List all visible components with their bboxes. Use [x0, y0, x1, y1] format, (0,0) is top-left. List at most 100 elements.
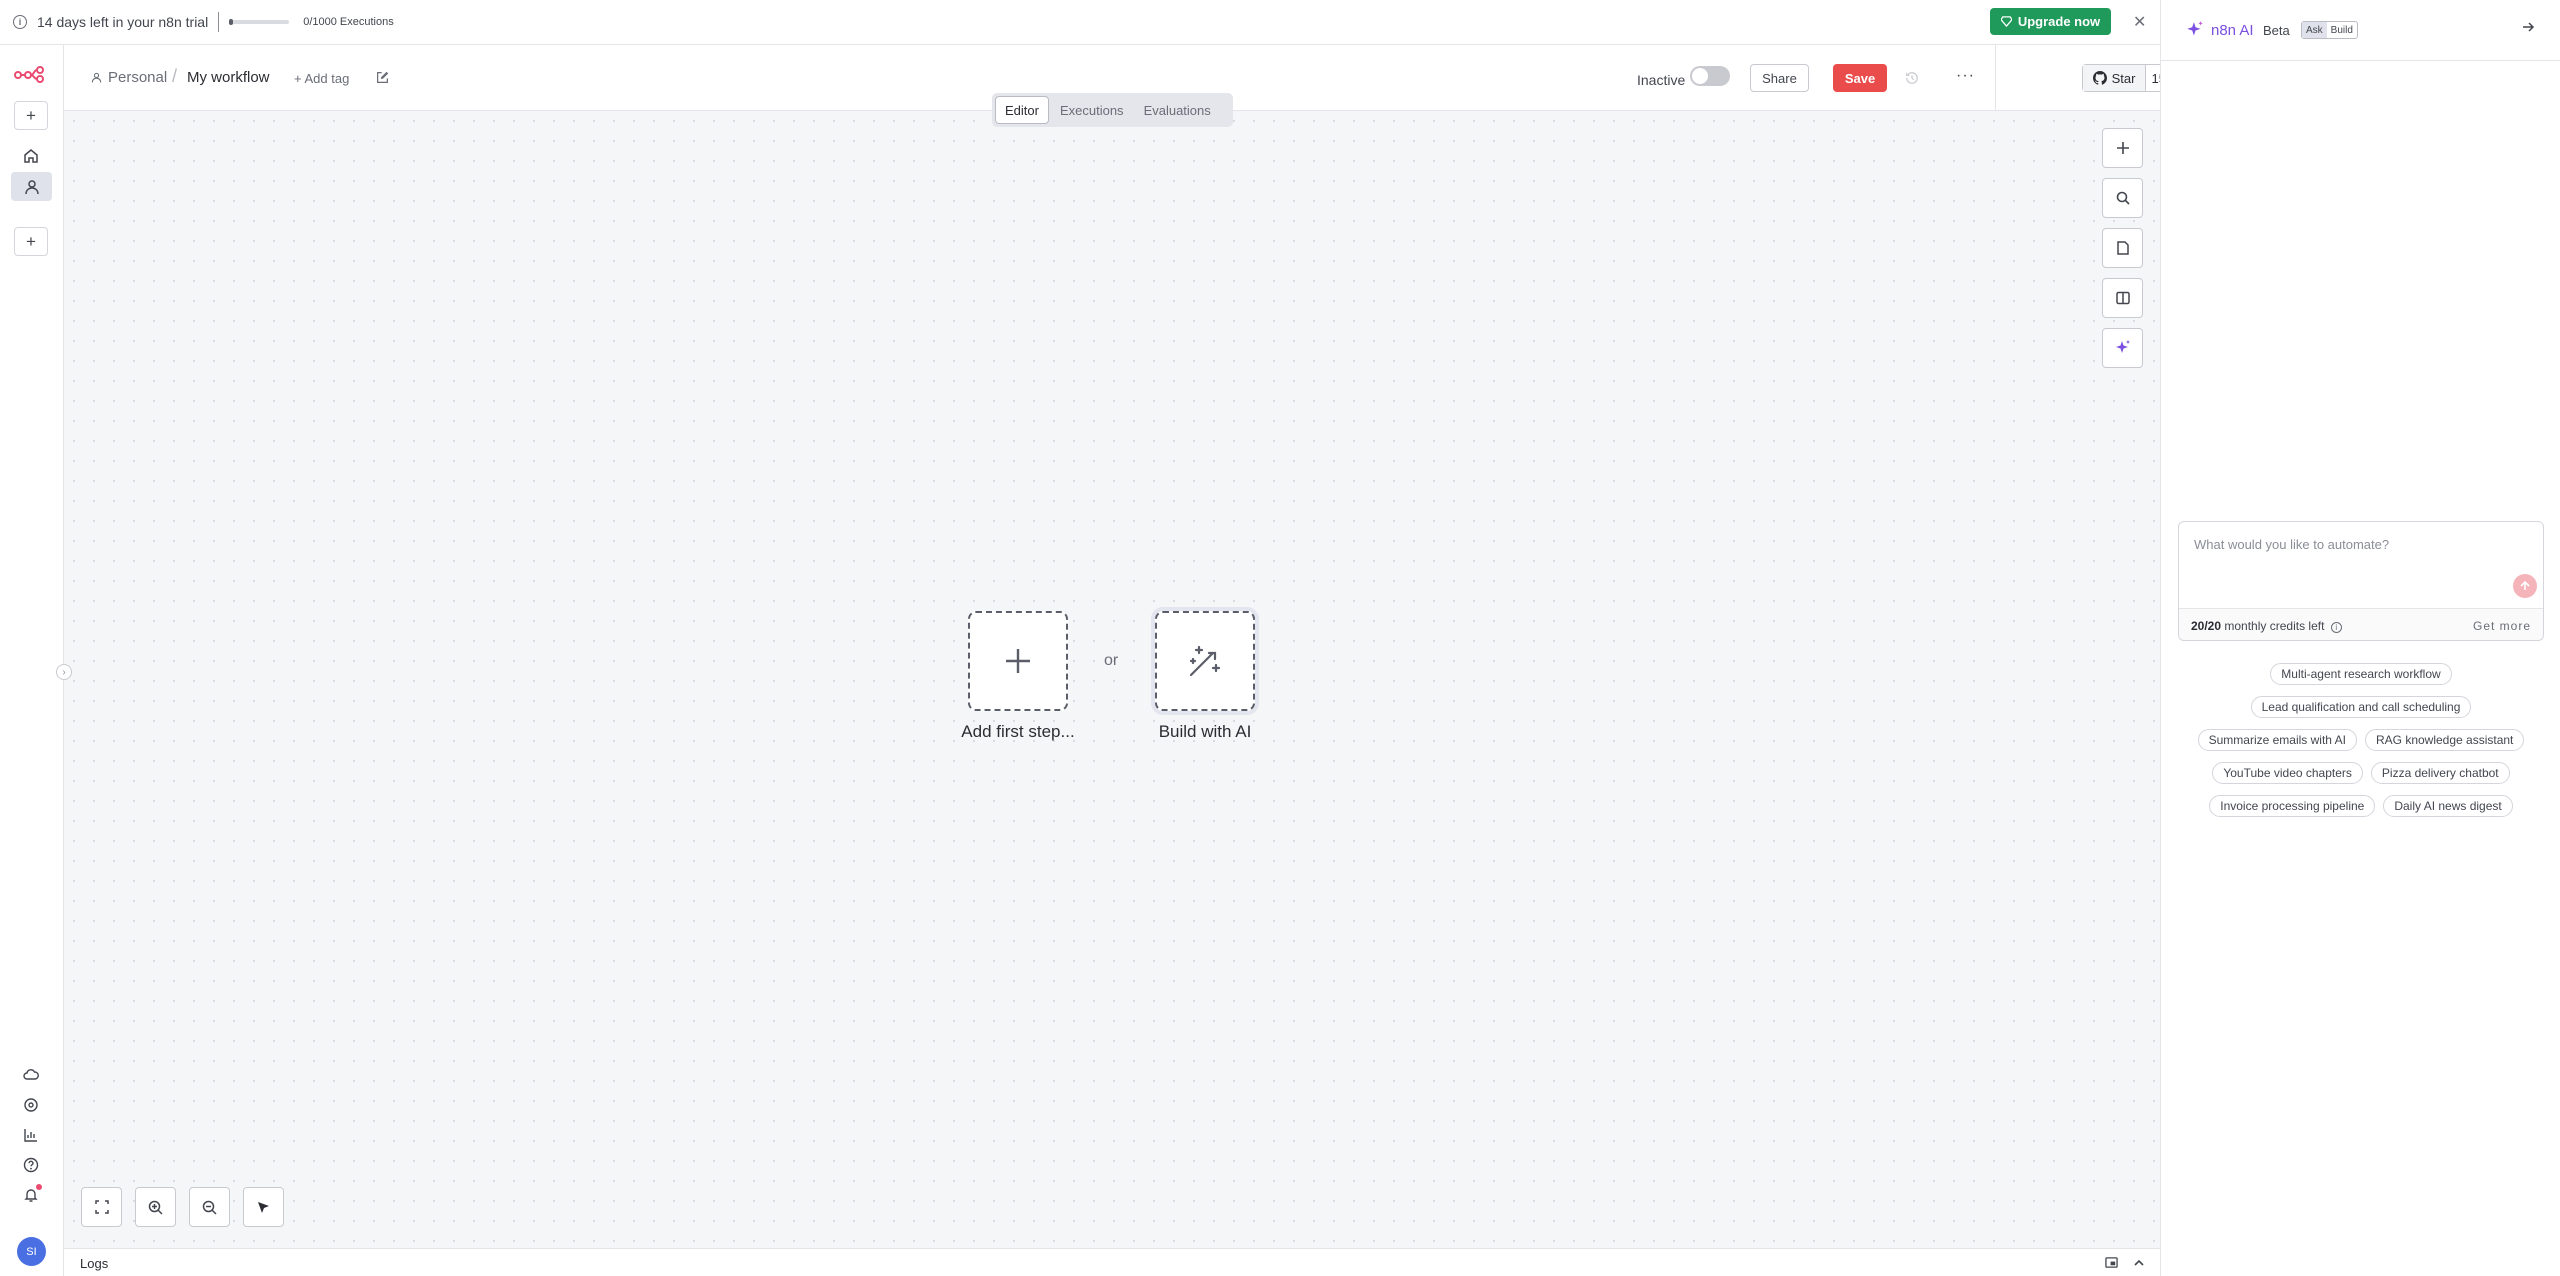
credits-bar: 20/20 monthly credits left i Get more — [2179, 608, 2543, 640]
n8n-logo[interactable] — [14, 65, 48, 88]
zoom-in-icon — [148, 1200, 163, 1215]
trial-banner: i 14 days left in your n8n trial 0/1000 … — [0, 0, 2160, 45]
executions-count: 0/1000 Executions — [303, 16, 394, 28]
suggestion-chip[interactable]: YouTube video chapters — [2212, 762, 2363, 784]
cloud-icon[interactable] — [19, 1063, 43, 1087]
zoom-out-button[interactable] — [189, 1187, 230, 1227]
zoom-out-icon — [202, 1200, 217, 1215]
add-project-button[interactable]: + — [14, 227, 48, 256]
suggestion-chip[interactable]: Multi-agent research workflow — [2270, 663, 2452, 685]
suggestion-chip[interactable]: Daily AI news digest — [2383, 795, 2513, 817]
credits-count: 20/20 — [2191, 619, 2222, 633]
beta-badge: Beta — [2263, 23, 2290, 38]
logs-label: Logs — [80, 1256, 109, 1271]
info-icon[interactable]: i — [2330, 622, 2342, 633]
notification-dot — [36, 1184, 42, 1190]
tab-evaluations[interactable]: Evaluations — [1135, 96, 1220, 124]
left-sidebar: + + SI — [0, 45, 64, 1276]
github-star-label: Star — [2111, 70, 2136, 86]
zoom-in-button[interactable] — [135, 1187, 176, 1227]
mode-switch: Ask Build — [2301, 21, 2358, 39]
save-button[interactable]: Save — [1833, 64, 1887, 92]
search-icon — [2116, 191, 2130, 205]
cursor-mode-button[interactable] — [243, 1187, 284, 1227]
search-nodes-button[interactable] — [2102, 178, 2143, 218]
ai-panel-header: n8n AI Beta Ask Build — [2161, 0, 2560, 61]
tab-executions[interactable]: Executions — [1051, 96, 1133, 124]
build-with-ai-button[interactable] — [1155, 611, 1255, 711]
home-icon[interactable] — [19, 144, 43, 168]
get-more-link[interactable]: Get more — [2473, 619, 2531, 633]
panel-icon — [2115, 291, 2130, 305]
magic-wand-icon — [1189, 645, 1221, 677]
header-divider — [1995, 45, 1996, 111]
suggestion-chip[interactable]: RAG knowledge assistant — [2364, 729, 2525, 751]
suggestion-chip[interactable]: Summarize emails with AI — [2197, 729, 2357, 751]
avatar[interactable]: SI — [17, 1237, 46, 1266]
user-icon — [91, 72, 102, 83]
workflow-name[interactable]: My workflow — [187, 69, 270, 86]
ai-assistant-button[interactable] — [2102, 328, 2143, 368]
cursor-icon — [258, 1201, 269, 1213]
edit-description-icon[interactable] — [376, 71, 389, 89]
expand-sidebar-icon[interactable]: › — [56, 664, 72, 680]
sparkle-icon — [2185, 20, 2205, 45]
active-toggle[interactable] — [1690, 66, 1730, 86]
or-label: or — [1104, 652, 1119, 669]
workflow-canvas[interactable] — [64, 111, 2160, 1248]
gem-icon — [2000, 16, 2012, 27]
more-options-icon[interactable]: ··· — [1956, 67, 1975, 85]
ai-panel-title: n8n AI — [2211, 22, 2254, 39]
github-icon — [2092, 71, 2107, 85]
logs-bar[interactable]: Logs — [64, 1248, 2160, 1276]
fullscreen-icon — [94, 1200, 109, 1214]
trial-text: 14 days left in your n8n trial — [37, 14, 209, 30]
personal-icon[interactable] — [11, 172, 52, 201]
fit-view-button[interactable] — [81, 1187, 122, 1227]
upgrade-button[interactable]: Upgrade now — [1990, 8, 2111, 35]
prompt-box: 20/20 monthly credits left i Get more — [2178, 521, 2544, 641]
active-status-label: Inactive — [1637, 72, 1686, 88]
sticky-note-button[interactable] — [2102, 228, 2143, 268]
ai-panel: n8n AI Beta Ask Build 20/20 monthly cred… — [2160, 0, 2560, 1276]
banner-divider — [218, 12, 220, 32]
note-icon — [2116, 241, 2129, 255]
templates-icon[interactable] — [19, 1093, 43, 1117]
add-tag-button[interactable]: + Add tag — [294, 71, 349, 86]
executions-progress — [229, 19, 290, 25]
tab-editor[interactable]: Editor — [995, 96, 1049, 124]
mode-ask[interactable]: Ask — [2302, 22, 2327, 38]
arrow-up-icon — [2520, 580, 2530, 590]
project-name: Personal — [108, 69, 168, 86]
pop-out-icon[interactable] — [2105, 1256, 2118, 1274]
suggestions: Multi-agent research workflow Lead quali… — [2178, 663, 2544, 817]
suggestion-chip[interactable]: Invoice processing pipeline — [2209, 795, 2376, 817]
help-icon[interactable] — [19, 1153, 43, 1177]
upgrade-label: Upgrade now — [2017, 14, 2101, 29]
plus-icon — [1006, 649, 1030, 673]
add-first-step-label: Add first step... — [961, 722, 1075, 741]
add-first-step-button[interactable] — [968, 611, 1068, 711]
send-button[interactable] — [2513, 574, 2537, 598]
view-tabs: Editor Executions Evaluations — [992, 93, 1233, 127]
plus-icon — [2116, 142, 2129, 154]
mode-build[interactable]: Build — [2327, 22, 2357, 38]
info-icon: i — [13, 15, 27, 29]
sparkle-icon — [2115, 340, 2130, 353]
build-with-ai-label: Build with AI — [1158, 722, 1252, 741]
close-icon[interactable]: ✕ — [2133, 12, 2146, 32]
insights-icon[interactable] — [19, 1123, 43, 1147]
suggestion-chip[interactable]: Lead qualification and call scheduling — [2250, 696, 2472, 718]
breadcrumb-project[interactable]: Personal — [91, 69, 167, 86]
add-node-button[interactable] — [2102, 128, 2143, 168]
history-icon[interactable] — [1905, 71, 1919, 90]
prompt-input[interactable] — [2180, 523, 2542, 607]
panel-toggle-button[interactable] — [2102, 278, 2143, 318]
chevron-up-icon[interactable] — [2133, 1256, 2145, 1274]
credits-label: monthly credits left — [2224, 619, 2325, 633]
breadcrumb-separator: / — [172, 66, 178, 86]
create-button[interactable]: + — [14, 101, 48, 130]
suggestion-chip[interactable]: Pizza delivery chatbot — [2370, 762, 2510, 784]
share-button[interactable]: Share — [1750, 64, 1809, 92]
collapse-panel-icon[interactable] — [2521, 20, 2535, 39]
